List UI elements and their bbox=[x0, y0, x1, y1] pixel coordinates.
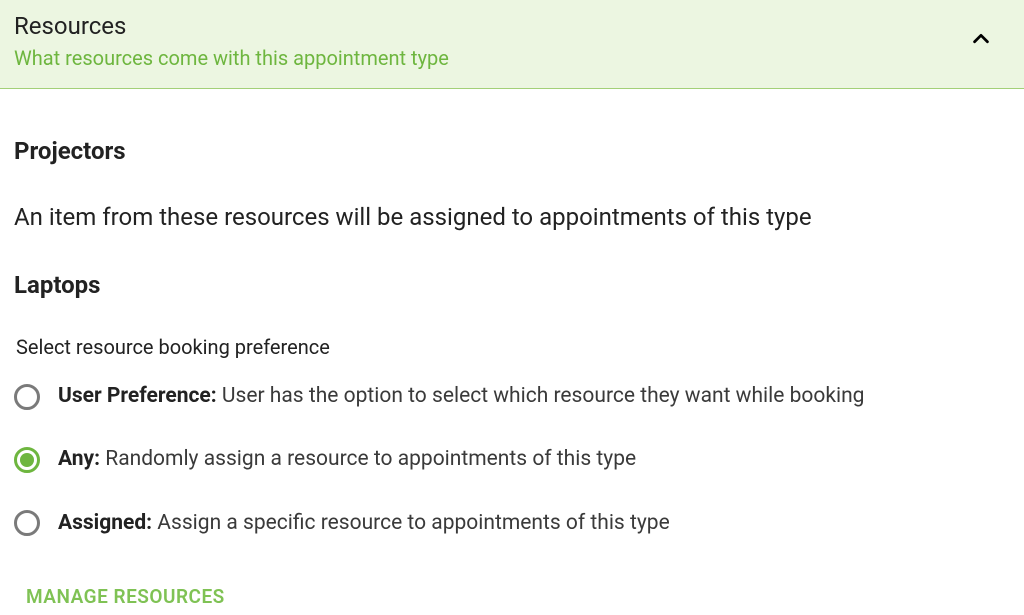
option-any[interactable]: Any: Randomly assign a resource to appoi… bbox=[14, 446, 1010, 473]
option-label: Any: bbox=[58, 447, 100, 471]
option-text: User Preference: User has the option to … bbox=[58, 383, 864, 410]
section-heading-projectors: Projectors bbox=[14, 137, 1010, 165]
option-assigned[interactable]: Assigned: Assign a specific resource to … bbox=[14, 510, 1010, 537]
manage-resources-link[interactable]: MANAGE RESOURCES bbox=[26, 585, 225, 608]
section-heading-laptops: Laptops bbox=[14, 271, 1010, 299]
radio-user-preference[interactable] bbox=[14, 384, 40, 410]
option-desc: Randomly assign a resource to appointmen… bbox=[100, 447, 636, 471]
radio-assigned[interactable] bbox=[14, 510, 40, 536]
radio-dot bbox=[20, 453, 34, 467]
option-text: Assigned: Assign a specific resource to … bbox=[58, 510, 670, 537]
header-title: Resources bbox=[14, 12, 449, 40]
option-label: User Preference: bbox=[58, 384, 217, 408]
section-desc-projectors: An item from these resources will be ass… bbox=[14, 203, 1010, 231]
header-subtitle: What resources come with this appointmen… bbox=[14, 46, 449, 70]
chevron-up-icon[interactable] bbox=[970, 28, 992, 54]
option-desc: Assign a specific resource to appointmen… bbox=[152, 511, 670, 535]
option-desc: User has the option to select which reso… bbox=[217, 384, 865, 408]
radio-any[interactable] bbox=[14, 447, 40, 473]
header-text: Resources What resources come with this … bbox=[14, 12, 449, 70]
option-label: Assigned: bbox=[58, 511, 152, 535]
option-text: Any: Randomly assign a resource to appoi… bbox=[58, 446, 636, 473]
content: Projectors An item from these resources … bbox=[0, 137, 1024, 608]
resources-header[interactable]: Resources What resources come with this … bbox=[0, 0, 1024, 89]
option-user-preference[interactable]: User Preference: User has the option to … bbox=[14, 383, 1010, 410]
pref-label: Select resource booking preference bbox=[16, 335, 1010, 359]
options-group: User Preference: User has the option to … bbox=[14, 383, 1010, 537]
